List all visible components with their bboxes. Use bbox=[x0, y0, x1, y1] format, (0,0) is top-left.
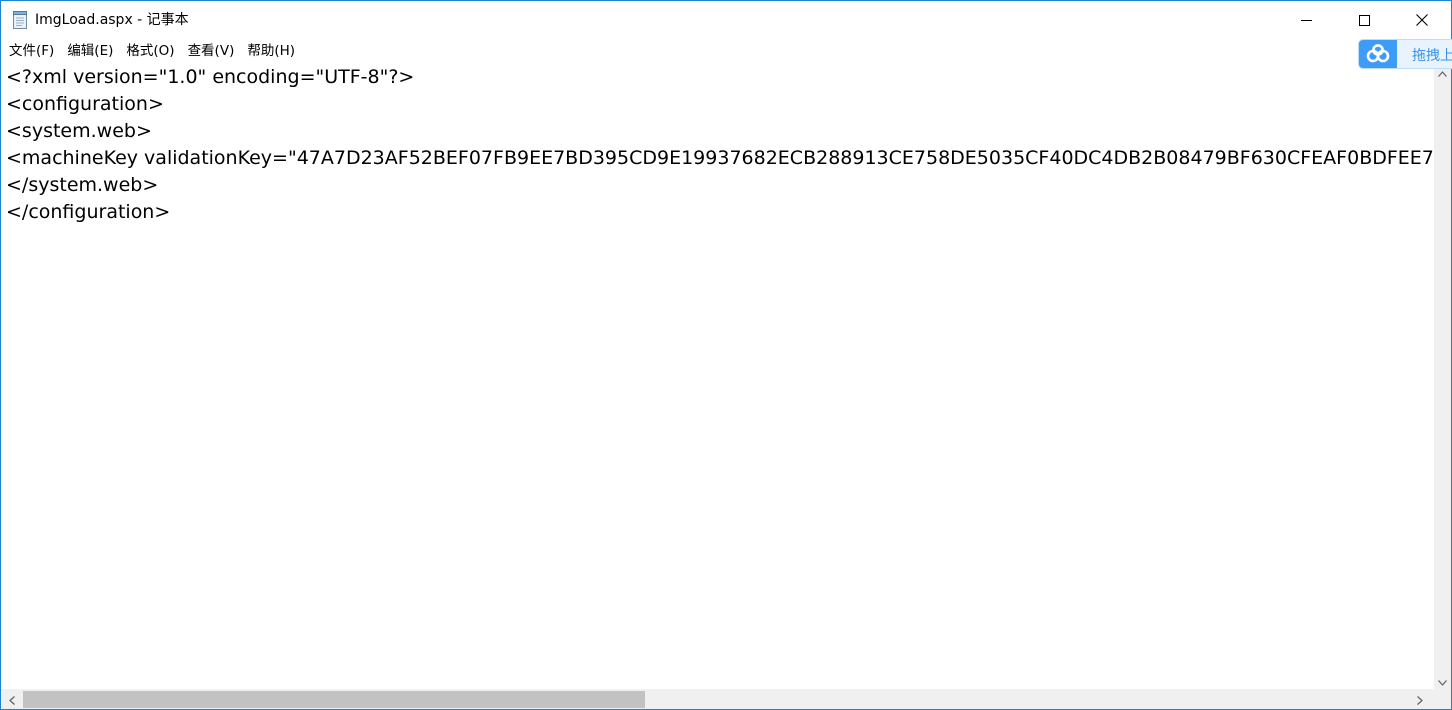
scrollbar-corner bbox=[1434, 689, 1451, 709]
close-icon bbox=[1416, 14, 1428, 26]
cloud-icon bbox=[1359, 40, 1397, 68]
editor-line: </configuration> bbox=[6, 201, 171, 223]
upload-badge-label: 拖拽上 bbox=[1412, 48, 1452, 64]
editor-line: <machineKey validationKey="47A7D23AF52BE… bbox=[6, 147, 1434, 169]
editor-line: <configuration> bbox=[6, 93, 164, 115]
title-bar[interactable]: ImgLoad.aspx - 记事本 bbox=[1, 1, 1451, 39]
menu-view[interactable]: 查看(V) bbox=[181, 39, 241, 63]
minimize-button[interactable] bbox=[1277, 1, 1335, 39]
notepad-window: ImgLoad.aspx - 记事本 文件(F) 编辑(E) 格式(O) 查看(… bbox=[0, 0, 1452, 710]
scroll-right-button[interactable] bbox=[1411, 689, 1428, 709]
scroll-left-button[interactable] bbox=[3, 689, 20, 709]
scroll-down-button[interactable] bbox=[1434, 672, 1451, 689]
chevron-left-icon bbox=[8, 690, 15, 709]
menu-bar: 文件(F) 编辑(E) 格式(O) 查看(V) 帮助(H) bbox=[1, 39, 1451, 63]
text-editor[interactable]: <?xml version="1.0" encoding="UTF-8"?> <… bbox=[1, 63, 1434, 689]
menu-file[interactable]: 文件(F) bbox=[1, 39, 60, 63]
close-button[interactable] bbox=[1393, 1, 1451, 39]
notepad-icon[interactable] bbox=[12, 11, 28, 29]
menu-format[interactable]: 格式(O) bbox=[119, 39, 180, 63]
window-title: ImgLoad.aspx - 记事本 bbox=[35, 12, 189, 28]
upload-badge[interactable]: 拖拽上 bbox=[1358, 39, 1452, 69]
chevron-right-icon bbox=[1416, 690, 1423, 709]
vertical-scrollbar[interactable] bbox=[1434, 63, 1451, 689]
menu-edit[interactable]: 编辑(E) bbox=[60, 39, 119, 63]
maximize-button[interactable] bbox=[1335, 1, 1393, 39]
horizontal-scrollbar[interactable] bbox=[1, 689, 1434, 709]
editor-line: <?xml version="1.0" encoding="UTF-8"?> bbox=[6, 66, 415, 88]
minimize-icon bbox=[1300, 15, 1312, 26]
maximize-icon bbox=[1358, 14, 1370, 26]
horizontal-scroll-thumb[interactable] bbox=[23, 691, 645, 708]
editor-line: <system.web> bbox=[6, 120, 152, 142]
editor-line: </system.web> bbox=[6, 174, 159, 196]
chevron-down-icon bbox=[1438, 671, 1447, 690]
menu-help[interactable]: 帮助(H) bbox=[240, 39, 301, 63]
